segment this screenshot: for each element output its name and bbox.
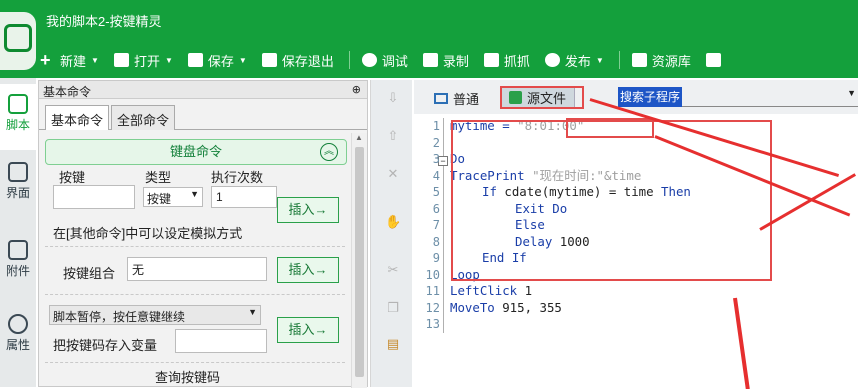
- panel-header: 基本命令 ⊕: [39, 81, 367, 99]
- keyboard-section-header[interactable]: 键盘命令 ︽: [45, 139, 347, 165]
- script-editor: 普通 源文件 搜索子程序 ▼ − 1 mytime = "8:01:00" 2 3…: [414, 80, 858, 387]
- key-label: 按键: [59, 170, 86, 185]
- left-sidebar: 脚本 界面 附件 属性: [0, 78, 36, 387]
- panel-body: 键盘命令 ︽ 按键 类型 执行次数 按键 ▼ 1 插入→ 在[其他命令]中可以设定…: [39, 133, 353, 388]
- insert-pause-button[interactable]: 插入→: [277, 317, 339, 343]
- code-line: 11 LeftClick 1: [425, 283, 533, 298]
- query-keycode-label: 查询按键码: [155, 370, 221, 385]
- code-line: 13: [425, 317, 440, 331]
- app-title: 我的脚本2-按键精灵: [46, 14, 162, 29]
- divider: [45, 246, 345, 247]
- chevron-down-icon: ▼: [190, 189, 199, 199]
- attachment-icon: [8, 240, 28, 260]
- sidebar-item-ui[interactable]: 界面: [0, 162, 36, 201]
- store-icon: [705, 53, 721, 67]
- subroutine-search-select[interactable]: 搜索子程序 ▼: [618, 87, 858, 107]
- scrollbar-thumb[interactable]: [355, 147, 364, 377]
- count-label: 执行次数: [211, 170, 264, 185]
- chevron-down-icon: ▼: [847, 88, 856, 98]
- save-icon: [187, 53, 203, 67]
- sidebar-item-script[interactable]: 脚本: [0, 84, 36, 150]
- combo-label: 按键组合: [63, 266, 116, 281]
- command-panel: 基本命令 ⊕ 基本命令 全部命令 键盘命令 ︽ 按键 类型 执行次数 按键 ▼ 1…: [38, 80, 368, 388]
- chevron-down-icon: ▼: [595, 55, 604, 65]
- store-variable-input[interactable]: [175, 329, 267, 353]
- main-toolbar: + 新建 ▼ 打开 ▼ 保存 ▼ 保存退出 调试 录制 抓抓 发布 ▼ 资源库: [40, 48, 736, 72]
- publish-icon: [544, 53, 560, 67]
- tab-basic-commands[interactable]: 基本命令: [45, 105, 110, 130]
- chevron-down-icon: ▼: [91, 55, 99, 65]
- editor-action-strip: ⇩ ⇧ ✕ ✋ ✂ ❐ ▤: [370, 80, 412, 387]
- debug-button[interactable]: 调试: [361, 51, 408, 70]
- save-button[interactable]: 保存 ▼: [187, 51, 247, 70]
- chevron-down-icon: ▼: [248, 307, 257, 317]
- code-line: 12 MoveTo 915, 355: [425, 299, 562, 315]
- count-input[interactable]: 1: [211, 186, 277, 208]
- ui-icon: [8, 162, 28, 182]
- sidebar-item-attachment[interactable]: 附件: [0, 240, 36, 279]
- type-label: 类型: [145, 170, 172, 185]
- open-button[interactable]: 打开 ▼: [113, 51, 173, 70]
- hint-text: 在[其他命令]中可以设定模拟方式: [53, 226, 243, 241]
- delete-icon[interactable]: ✕: [385, 166, 401, 181]
- annotation-box-source: [500, 86, 584, 109]
- sidebar-item-properties[interactable]: 属性: [0, 314, 36, 353]
- divider: [45, 362, 345, 363]
- editor-toolbar: 普通 源文件 搜索子程序 ▼: [414, 80, 858, 114]
- toolbar-divider: [348, 51, 350, 69]
- pause-select[interactable]: 脚本暂停，按任意键继续 ▼: [49, 305, 261, 325]
- paste-icon[interactable]: ▤: [385, 336, 401, 351]
- insert-key-button[interactable]: 插入→: [277, 197, 339, 223]
- panel-tabs: 基本命令 全部命令: [39, 99, 367, 130]
- divider: [45, 294, 345, 295]
- cut-icon[interactable]: ✂: [385, 262, 401, 277]
- collapse-icon[interactable]: ︽: [320, 143, 338, 161]
- fold-gutter: [443, 118, 444, 333]
- pin-icon[interactable]: ⊕: [352, 83, 361, 96]
- insert-combo-button[interactable]: 插入→: [277, 257, 339, 283]
- scroll-up-icon[interactable]: ▲: [355, 133, 363, 142]
- folder-icon: [113, 53, 129, 67]
- capture-icon: [483, 53, 499, 67]
- plus-icon: +: [40, 50, 51, 70]
- tab-all-commands[interactable]: 全部命令: [111, 105, 176, 130]
- panel-scrollbar[interactable]: ▲: [351, 133, 367, 388]
- move-down-icon[interactable]: ⇩: [385, 90, 401, 105]
- move-up-icon[interactable]: ⇧: [385, 128, 401, 143]
- toolbar-divider: [618, 51, 620, 69]
- extra-icon-button[interactable]: [705, 53, 721, 67]
- save-exit-icon: [261, 53, 277, 67]
- type-select[interactable]: 按键 ▼: [143, 187, 203, 207]
- library-icon: [631, 53, 647, 67]
- info-icon: [8, 314, 28, 334]
- capture-button[interactable]: 抓抓: [483, 51, 530, 70]
- annotation-box-code: [451, 120, 772, 281]
- normal-view-icon: [434, 93, 448, 104]
- copy-icon[interactable]: ❐: [385, 300, 401, 315]
- key-input[interactable]: [53, 185, 135, 209]
- app-logo: [0, 12, 36, 70]
- hand-icon[interactable]: ✋: [385, 214, 401, 229]
- new-button[interactable]: + 新建 ▼: [40, 51, 99, 70]
- library-button[interactable]: 资源库: [631, 51, 691, 70]
- store-label: 把按键码存入变量: [53, 338, 158, 353]
- normal-mode-button[interactable]: 普通: [434, 89, 479, 108]
- chevron-down-icon: ▼: [164, 55, 173, 65]
- title-toolbar-bar: 我的脚本2-按键精灵 + 新建 ▼ 打开 ▼ 保存 ▼ 保存退出 调试 录制 抓抓 发布…: [0, 0, 858, 78]
- record-button[interactable]: 录制: [422, 51, 469, 70]
- play-icon: [361, 53, 377, 67]
- script-icon: [8, 94, 28, 114]
- combo-input[interactable]: 无: [127, 257, 267, 281]
- chevron-down-icon: ▼: [238, 55, 247, 65]
- save-exit-button[interactable]: 保存退出: [261, 51, 334, 70]
- record-icon: [422, 53, 438, 67]
- publish-button[interactable]: 发布 ▼: [544, 51, 604, 70]
